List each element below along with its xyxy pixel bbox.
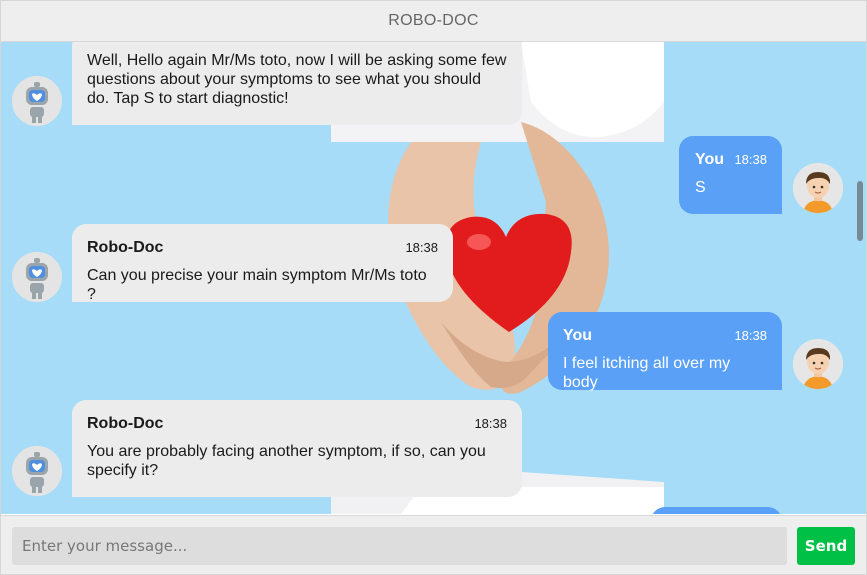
- robot-avatar-icon: [12, 446, 62, 496]
- message-input[interactable]: [12, 527, 787, 565]
- message-composer: Send: [1, 515, 866, 574]
- chat-scrollbar[interactable]: [857, 181, 863, 241]
- message-time: 18:38: [405, 240, 438, 255]
- message-text: I feel itching all over my body: [563, 355, 731, 391]
- message-bubble: Robo-Doc 18:38 Can you precise your main…: [72, 224, 453, 303]
- chat-area[interactable]: Well, Hello again Mr/Ms toto, now I will…: [1, 42, 866, 514]
- user-avatar-icon: [793, 163, 843, 213]
- message-bubble: You 18:38 S: [679, 136, 782, 214]
- message-bubble: You 18:38 I feel itching all over my bod…: [548, 312, 782, 391]
- message-time: 18:38: [474, 416, 507, 431]
- sender-name: Robo-Doc: [87, 415, 164, 432]
- message-text: Can you precise your main symptom Mr/Ms …: [87, 267, 427, 303]
- robot-avatar-icon: [12, 76, 62, 126]
- message-text: Well, Hello again Mr/Ms toto, now I will…: [87, 52, 507, 107]
- robot-avatar-icon: [12, 252, 62, 302]
- message-text: S: [695, 179, 706, 196]
- message-bubble: Well, Hello again Mr/Ms toto, now I will…: [72, 42, 522, 125]
- user-avatar-icon: [793, 339, 843, 389]
- sender-name: You: [695, 151, 725, 168]
- message-time: 18:38: [734, 328, 767, 343]
- sender-name: Robo-Doc: [87, 239, 164, 256]
- sender-name: You: [563, 327, 593, 344]
- message-text: You are probably facing another symptom,…: [87, 443, 486, 479]
- send-button[interactable]: Send: [797, 527, 855, 565]
- window-title: ROBO-DOC: [1, 1, 866, 42]
- chat-window: ROBO-DOC Well, Hello again Mr/Ms toto, n…: [0, 0, 867, 575]
- message-bubble-partial: [651, 507, 782, 514]
- message-bubble: Robo-Doc 18:38 You are probably facing a…: [72, 400, 522, 497]
- message-time: 18:38: [734, 152, 767, 167]
